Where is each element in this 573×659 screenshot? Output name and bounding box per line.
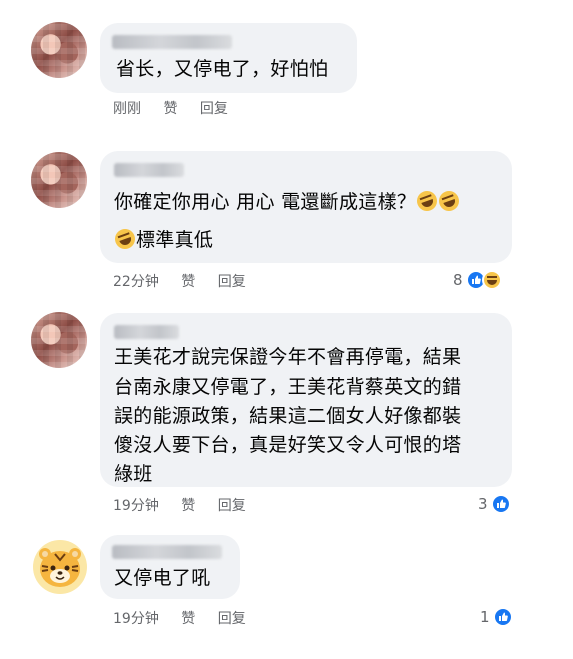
reply-button[interactable]: 回复 [218, 498, 246, 514]
comment-actions: 19分钟 赞 回复 [113, 608, 264, 628]
avatar[interactable] [31, 152, 87, 208]
reaction-count: 1 [480, 608, 490, 626]
comment-bubble: 你確定你用心 用心 電還斷成這樣？ 標準真低 [100, 151, 512, 263]
reaction-count: 8 [453, 271, 463, 289]
timestamp[interactable]: 22分钟 [113, 274, 159, 290]
like-icon [490, 494, 511, 514]
comment-text-line-2: 標準真低 [112, 226, 213, 255]
avatar[interactable] [31, 312, 87, 368]
comment-text: 省长，又停电了，好怕怕 [116, 58, 329, 80]
reaction-summary[interactable]: 1 [480, 606, 513, 628]
timestamp[interactable]: 19分钟 [113, 498, 159, 514]
comment-text-line-5: 綠班 [114, 463, 153, 485]
reply-button[interactable]: 回复 [218, 274, 246, 290]
reaction-count: 3 [478, 495, 488, 513]
reply-button[interactable]: 回复 [218, 611, 246, 627]
comment-text-line-1: 王美花才說完保證今年不會再停電，結果 [114, 346, 462, 368]
comment-text-line-3: 誤的能源政策，結果這二個女人好像都裝 [114, 405, 462, 427]
comment-bubble: 又停电了吼 [100, 535, 240, 599]
like-button[interactable]: 赞 [181, 274, 195, 290]
author-name-redacted[interactable] [112, 35, 232, 49]
reaction-summary[interactable]: 8 [453, 269, 502, 291]
like-button[interactable]: 赞 [163, 101, 177, 117]
like-icon [492, 607, 513, 627]
author-name-redacted[interactable] [114, 163, 184, 177]
reaction-summary[interactable]: 3 [478, 493, 511, 515]
comment-text: 你確定你用心 用心 電還斷成這樣？ [114, 188, 463, 217]
like-button[interactable]: 赞 [181, 498, 195, 514]
reply-button[interactable]: 回复 [200, 101, 228, 117]
comment-text-line-4: 傻沒人要下台，真是好笑又令人可恨的塔 [114, 434, 462, 456]
rolling-laugh-icon [112, 226, 138, 252]
author-name-redacted[interactable] [112, 545, 222, 559]
author-name-redacted[interactable] [114, 325, 179, 339]
like-button[interactable]: 赞 [181, 611, 195, 627]
comment-text-line-2: 台南永康又停電了，王美花背蔡英文的錯 [114, 376, 462, 398]
comment-actions: 22分钟 赞 回复 [113, 271, 264, 291]
comment-text: 又停电了吼 [114, 567, 211, 589]
comment-actions: 刚刚 赞 回复 [113, 98, 246, 118]
haha-icon [481, 270, 502, 290]
comment-actions: 19分钟 赞 回复 [113, 495, 264, 515]
tiger-avatar-icon[interactable] [33, 540, 87, 594]
comment-bubble: 省长，又停电了，好怕怕 [100, 23, 357, 93]
rolling-laugh-icon [436, 188, 463, 214]
rolling-laugh-icon [414, 188, 441, 214]
timestamp[interactable]: 刚刚 [113, 101, 141, 117]
comment-text-line-1: 你確定你用心 用心 電還斷成這樣？ [114, 191, 417, 213]
comment-bubble: 王美花才說完保證今年不會再停電，結果 台南永康又停電了，王美花背蔡英文的錯 誤的… [100, 313, 512, 487]
timestamp[interactable]: 19分钟 [113, 611, 159, 627]
avatar[interactable] [31, 22, 87, 78]
